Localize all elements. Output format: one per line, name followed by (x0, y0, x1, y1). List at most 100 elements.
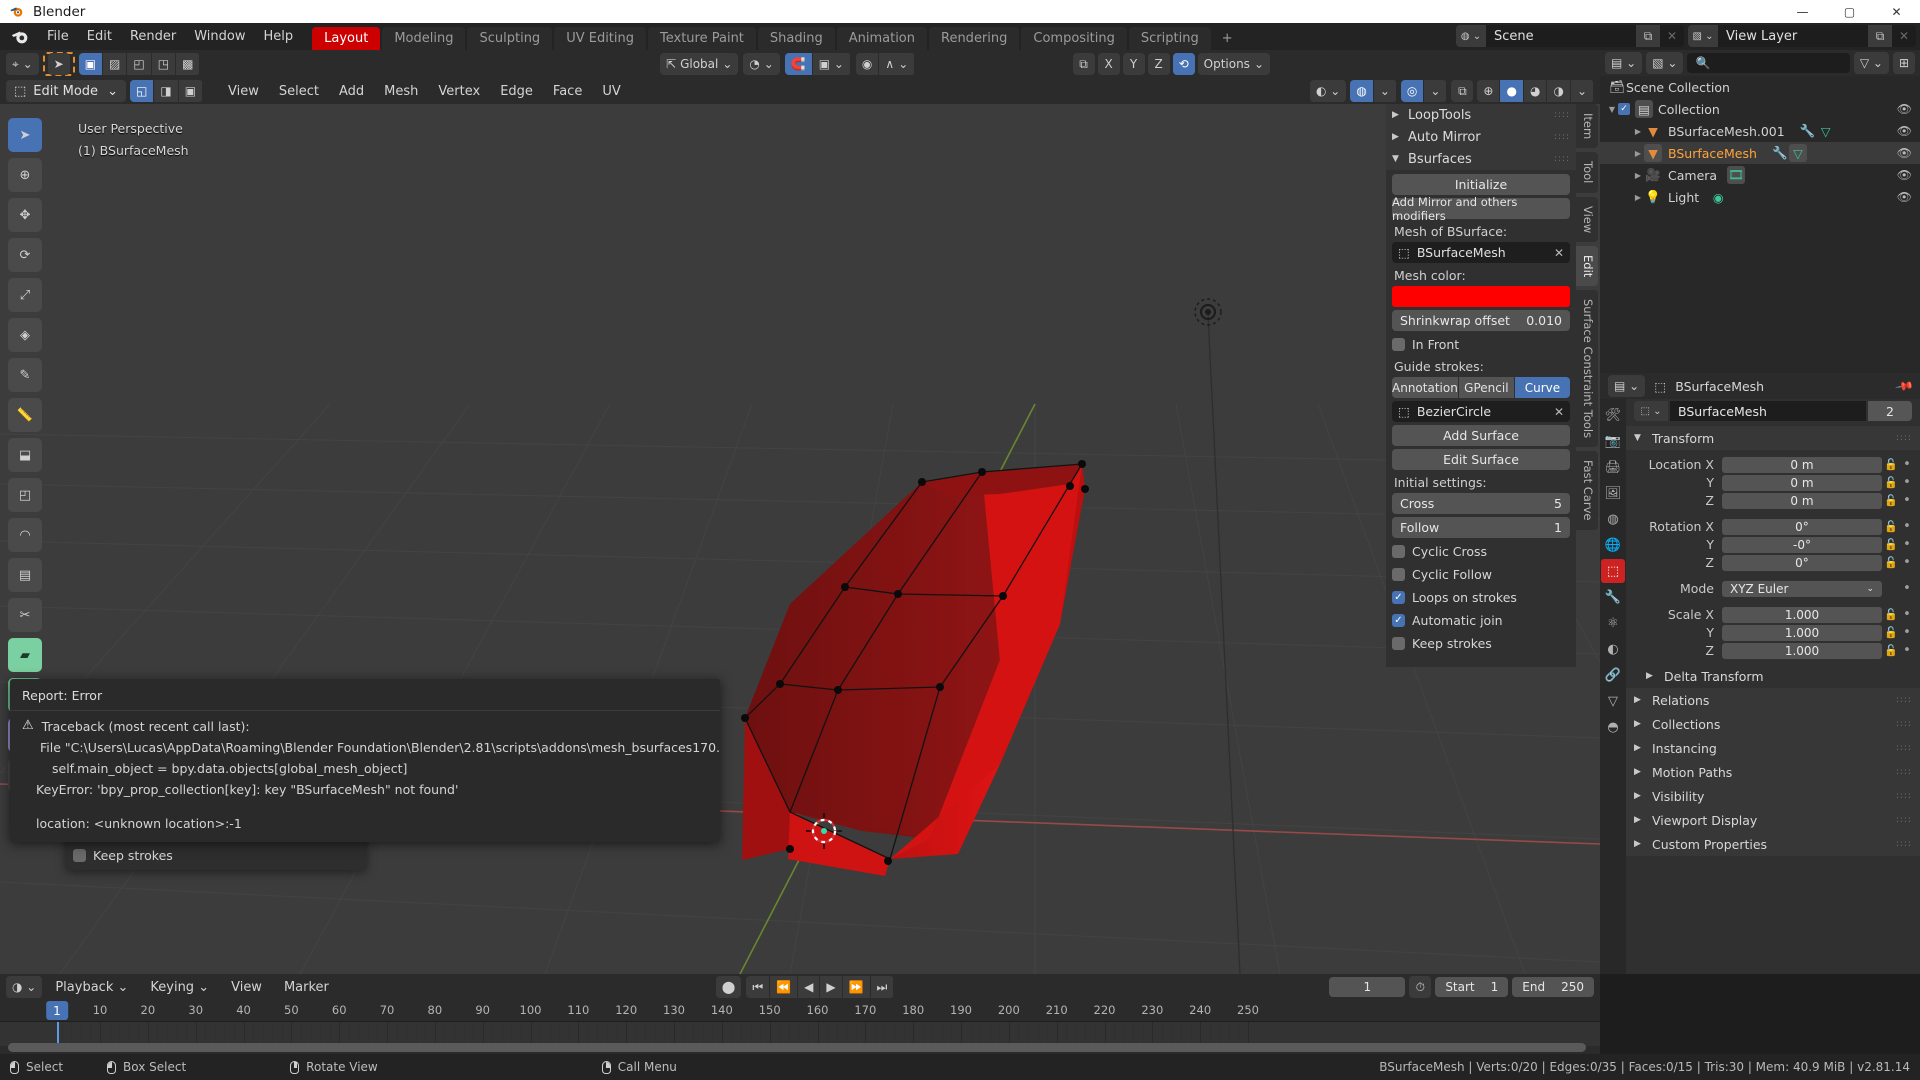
proportional-edit-toggle[interactable]: ◉ (855, 53, 880, 75)
clear-mesh-icon[interactable]: ✕ (1554, 246, 1564, 260)
chevron-down-icon[interactable]: ▼ (1606, 105, 1618, 114)
tool-scale-icon[interactable]: ⤢ (8, 278, 42, 312)
edit-surface-button[interactable]: Edit Surface (1392, 449, 1570, 470)
viewlayer-selector[interactable]: ▧ ⌄ View Layer ⧉ ✕ (1688, 25, 1916, 47)
tool-cursor-icon[interactable]: ⊕ (8, 158, 42, 192)
minimize-button[interactable]: — (1779, 0, 1826, 23)
properties-editor-type-icon[interactable]: ▤ ⌄ (1608, 375, 1646, 397)
tool-annotate-icon[interactable]: ✎ (8, 358, 42, 392)
mirror-x-button[interactable]: X (1097, 53, 1120, 75)
3d-viewport[interactable]: User Perspective (1) BSurfaceMesh ➤ ⊕ ✥ … (0, 104, 1600, 974)
object-users-count[interactable]: 2 (1868, 401, 1912, 421)
value-scale-z[interactable]: 1.000 (1722, 642, 1882, 659)
panel-header-bsurfaces[interactable]: ▼ Bsurfaces :::: (1386, 148, 1576, 170)
in-front-checkbox-row[interactable]: In Front (1392, 334, 1570, 354)
mesh-data-icon[interactable]: ▽ (1788, 144, 1807, 162)
shrinkwrap-offset-field[interactable]: Shrinkwrap offset 0.010 (1392, 310, 1570, 331)
menu-mesh[interactable]: Mesh (375, 81, 427, 102)
current-frame-field[interactable]: 1 (1329, 977, 1406, 997)
add-surface-button[interactable]: Add Surface (1392, 425, 1570, 446)
play-button[interactable]: ▶ (820, 976, 843, 998)
lock-icon[interactable]: 🔓 (1882, 476, 1900, 489)
wireframe-shading-button[interactable]: ⊕ (1477, 80, 1501, 102)
lock-icon[interactable]: 🔓 (1882, 626, 1900, 639)
select-subtract-button[interactable]: ◰ (127, 53, 152, 75)
lock-icon[interactable]: 🔓 (1882, 538, 1900, 551)
drag-grip-icon[interactable]: :::: (1896, 695, 1912, 705)
chevron-right-icon[interactable]: ▶ (1632, 171, 1644, 180)
tool-move-icon[interactable]: ✥ (8, 198, 42, 232)
cyclic-follow-row[interactable]: Cyclic Follow (1392, 564, 1570, 584)
menu-select[interactable]: Select (270, 81, 328, 102)
tab-material[interactable]: ◓ (1601, 715, 1625, 739)
drag-grip-icon[interactable]: :::: (1554, 110, 1570, 120)
guide-mode-curve[interactable]: Curve (1514, 377, 1570, 398)
options-dropdown[interactable]: Options ⌄ (1197, 53, 1270, 75)
drag-grip-icon[interactable]: :::: (1896, 433, 1912, 443)
menu-help[interactable]: Help (255, 26, 303, 47)
prev-keyframe-button[interactable]: ⏪ (770, 976, 799, 998)
outliner-row-bsurfacemesh-001[interactable]: ▶ ▼ BSurfaceMesh.001 🔧 ▽ 👁 (1600, 120, 1920, 142)
section-header-viewport-display[interactable]: ▶ Viewport Display :::: (1626, 808, 1920, 832)
animate-dot-icon[interactable]: • (1900, 475, 1914, 490)
playhead-frame-label[interactable]: 1 (46, 1001, 68, 1020)
snap-target-dropdown[interactable]: ▣ ⌄ (812, 53, 851, 75)
transform-orientation-dropdown[interactable]: ⇱ Global ⌄ (660, 53, 739, 75)
drag-grip-icon[interactable]: :::: (1896, 839, 1912, 849)
outliner-row-bsurfacemesh[interactable]: ▶ ▼ BSurfaceMesh 🔧 ▽ 👁 (1600, 142, 1920, 164)
outliner-row-scene-collection[interactable]: 🗃 Scene Collection (1600, 76, 1920, 98)
npanel-tab-fast-carve[interactable]: Fast Carve (1576, 451, 1598, 530)
guide-mode-gpencil[interactable]: GPencil (1458, 377, 1515, 398)
viewlayer-name[interactable]: View Layer (1718, 25, 1868, 47)
tab-render[interactable]: 📷 (1601, 429, 1625, 453)
outliner-search-input[interactable]: 🔍 (1687, 53, 1850, 73)
tab-tool[interactable]: 🛠 (1601, 403, 1625, 427)
animate-dot-icon[interactable]: • (1900, 493, 1914, 508)
keep-strokes-checkbox[interactable] (1392, 636, 1405, 650)
outliner-row-camera[interactable]: ▶ 🎥 Camera 🎞 👁 (1600, 164, 1920, 186)
value-rotation-z[interactable]: 0° (1722, 554, 1882, 571)
visibility-eye-icon[interactable]: 👁 (1897, 102, 1912, 116)
section-header-delta-transform[interactable]: ▶ Delta Transform (1626, 664, 1920, 688)
value-rotation-mode[interactable]: XYZ Euler ⌄ (1722, 580, 1882, 597)
redo-keep-strokes-checkbox[interactable] (73, 848, 86, 862)
tool-inset-icon[interactable]: ◰ (8, 478, 42, 512)
tab-physics[interactable]: ◐ (1601, 637, 1625, 661)
material-shading-button[interactable]: ◕ (1523, 80, 1548, 102)
timeline-menu-marker[interactable]: Marker (275, 977, 338, 998)
section-header-instancing[interactable]: ▶ Instancing :::: (1626, 736, 1920, 760)
start-frame-field[interactable]: Start 1 (1435, 977, 1509, 997)
drag-grip-icon[interactable]: :::: (1896, 743, 1912, 753)
tab-scene[interactable]: ◍ (1601, 507, 1625, 531)
timeline-scrollbar[interactable] (8, 1043, 1586, 1052)
object-name-input[interactable]: BSurfaceMesh (1670, 401, 1866, 421)
select-invert-button[interactable]: ◳ (151, 53, 177, 75)
tab-object[interactable]: ⬚ (1601, 559, 1625, 583)
lock-icon[interactable]: 🔓 (1882, 608, 1900, 621)
face-select-button[interactable]: ▣ (178, 80, 204, 102)
mirror-z-button[interactable]: Z (1147, 53, 1170, 75)
tab-modeling[interactable]: Modeling (382, 27, 466, 50)
chevron-right-icon[interactable]: ▶ (1632, 149, 1644, 158)
menu-edge[interactable]: Edge (491, 81, 542, 102)
timeline-editor-type-icon[interactable]: ◑ ⌄ (6, 976, 43, 998)
timeline-ruler[interactable]: 10 20 30 40 50 60 70 80 90 100 110 120 130 140 150 160 1… (0, 1000, 1600, 1022)
overlays-toggle-button[interactable]: ◎ (1400, 80, 1425, 102)
tool-loopcut-icon[interactable]: ▤ (8, 558, 42, 592)
drag-grip-icon[interactable]: :::: (1896, 719, 1912, 729)
clear-curve-icon[interactable]: ✕ (1554, 405, 1564, 419)
modifier-wrench-icon[interactable]: 🔧 (1771, 144, 1789, 162)
animate-dot-icon[interactable]: • (1900, 519, 1914, 534)
lock-icon[interactable]: 🔓 (1882, 644, 1900, 657)
visibility-eye-icon[interactable]: 👁 (1897, 190, 1912, 204)
tool-bevel-icon[interactable]: ◠ (8, 518, 42, 552)
overlays-dropdown[interactable]: ⌄ (1424, 80, 1448, 102)
scene-unlink-button[interactable]: ✕ (1660, 25, 1684, 47)
proportional-falloff-dropdown[interactable]: ∧ ⌄ (879, 53, 916, 75)
end-frame-field[interactable]: End 250 (1512, 977, 1594, 997)
animate-dot-icon[interactable]: • (1900, 607, 1914, 622)
redo-keep-strokes-row[interactable]: Keep strokes (73, 845, 359, 865)
viewlayer-remove-button[interactable]: ✕ (1892, 25, 1916, 47)
tab-sculpting[interactable]: Sculpting (467, 27, 553, 50)
gizmo-toggle-button[interactable]: ◍ (1350, 80, 1374, 102)
